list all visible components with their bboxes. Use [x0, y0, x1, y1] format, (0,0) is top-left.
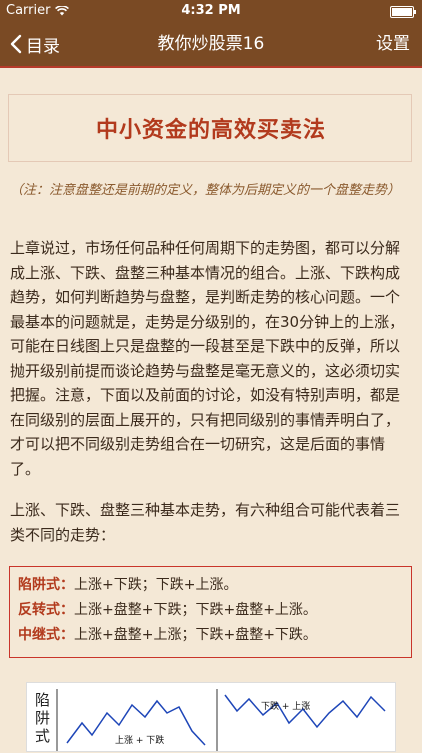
page-title: 教你炒股票16 [157, 34, 265, 54]
settings-button[interactable]: 设置 [376, 22, 410, 66]
navigation-bar: 目录 教你炒股票16 设置 [0, 22, 422, 66]
status-time: 4:32 PM [181, 3, 241, 18]
diagram-label-left: 上涨 + 下跌 [115, 736, 165, 746]
trend-type-row: 反转式：上涨+盘整+下跌；下跌+盘整+上涨。 [18, 598, 403, 623]
trend-types-box: 陷阱式：上涨+下跌；下跌+上涨。 反转式：上涨+盘整+下跌；下跌+盘整+上涨。 … [9, 566, 412, 658]
trend-type-term: 反转式： [18, 602, 74, 618]
battery-icon [390, 6, 416, 18]
trend-type-text: 上涨+盘整+下跌；下跌+盘整+上涨。 [74, 602, 317, 618]
trend-type-row: 陷阱式：上涨+下跌；下跌+上涨。 [18, 573, 403, 598]
article-title: 中小资金的高效买卖法 [95, 118, 326, 143]
article-note: （注：注意盘整还是前期的定义，整体为后期定义的一个盘整走势） [10, 183, 401, 198]
trend-type-text: 上涨+下跌；下跌+上涨。 [74, 577, 238, 593]
trend-type-row: 中继式：上涨+盘整+上涨；下跌+盘整+下跌。 [18, 623, 403, 648]
article-paragraph-2: 上涨、下跌、盘整三种基本走势，有六种组合可能代表着三类不同的走势： [10, 501, 401, 544]
trend-type-term: 中继式： [18, 627, 74, 643]
diagram-label-right: 下跌 + 上涨 [261, 702, 311, 712]
article-content[interactable]: 中小资金的高效买卖法 （注：注意盘整还是前期的定义，整体为后期定义的一个盘整走势… [0, 68, 422, 752]
trap-pattern-diagram: 陷阱式 上涨 + 下跌 下跌 + 上涨 [26, 682, 396, 752]
article-paragraph-1: 上章说过，市场任何品种任何周期下的走势图，都可以分解成上涨、下跌、盘整三种基本情… [10, 239, 405, 478]
diagram-lines [56, 689, 386, 751]
trend-type-text: 上涨+盘整+上涨；下跌+盘整+下跌。 [74, 627, 317, 643]
trend-type-term: 陷阱式： [18, 577, 74, 593]
status-bar: Carrier 4:32 PM [0, 0, 422, 22]
